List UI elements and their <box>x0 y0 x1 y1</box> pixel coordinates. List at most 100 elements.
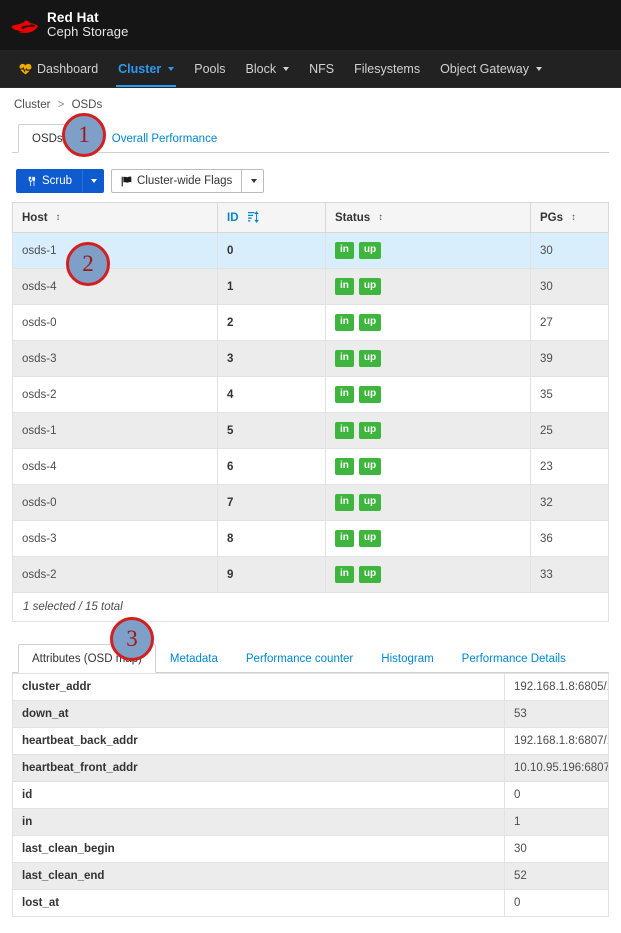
attribute-key: lost_at <box>12 889 505 917</box>
tab-histogram[interactable]: Histogram <box>367 644 447 673</box>
osd-table-footer: 1 selected / 15 total <box>12 593 609 622</box>
status-badge: in <box>335 278 354 295</box>
cell-pgs: 25 <box>530 412 609 449</box>
attribute-row: last_clean_begin 30 <box>12 835 609 863</box>
cluster-flags-button-group: Cluster-wide Flags <box>111 169 265 193</box>
cell-pgs: 27 <box>530 304 609 341</box>
attribute-value: 0 <box>504 889 609 917</box>
attribute-value: 53 <box>504 700 609 728</box>
sort-updown-icon: ↕ <box>571 211 576 223</box>
column-header-id[interactable]: ID <box>217 202 326 233</box>
table-row[interactable]: osds-3 8 in up 36 <box>12 520 609 557</box>
table-row[interactable]: osds-1 5 in up 25 <box>12 412 609 449</box>
nav-label-pools: Pools <box>194 61 226 76</box>
cell-host: osds-4 <box>12 448 218 485</box>
scrub-icon <box>28 176 36 186</box>
cell-status: in up <box>325 304 531 341</box>
cell-host: osds-0 <box>12 304 218 341</box>
status-badge: up <box>358 494 382 511</box>
scrub-button-group: Scrub <box>16 169 105 193</box>
scrub-button[interactable]: Scrub <box>16 169 83 193</box>
attribute-row: down_at 53 <box>12 700 609 728</box>
cell-id: 3 <box>217 340 326 377</box>
cell-status: in up <box>325 448 531 485</box>
attribute-row: lost_at 0 <box>12 889 609 917</box>
table-row[interactable]: osds-0 2 in up 27 <box>12 304 609 341</box>
brand-bar: Red Hat Ceph Storage <box>0 0 621 50</box>
column-header-status[interactable]: Status ↕ <box>325 202 531 233</box>
annotation-marker-3: 3 <box>110 617 154 661</box>
status-badge: in <box>335 314 354 331</box>
nav-item-pools[interactable]: Pools <box>184 50 235 87</box>
tab-overall-performance[interactable]: Overall Performance <box>98 124 231 153</box>
status-badge: up <box>358 242 382 259</box>
cell-pgs: 32 <box>530 484 609 521</box>
status-badge: up <box>358 422 382 439</box>
nav-item-object-gateway[interactable]: Object Gateway <box>430 50 552 87</box>
nav-label-object-gateway: Object Gateway <box>440 61 530 76</box>
flag-icon <box>121 176 132 186</box>
nav-item-cluster[interactable]: Cluster <box>108 50 184 87</box>
breadcrumb: Cluster > OSDs <box>12 97 609 123</box>
main-navigation: Dashboard Cluster Pools Block NFS Filesy… <box>0 50 621 88</box>
osd-toolbar: Scrub Cluster-wide Flags <box>12 153 609 202</box>
column-label-host: Host <box>22 211 48 224</box>
attribute-key: down_at <box>12 700 505 728</box>
tab-metadata[interactable]: Metadata <box>156 644 232 673</box>
nav-item-dashboard[interactable]: Dashboard <box>9 50 108 87</box>
attribute-key: heartbeat_front_addr <box>12 754 505 782</box>
cluster-flags-dropdown-toggle[interactable] <box>242 169 265 193</box>
brand-line-1: Red Hat <box>47 10 99 26</box>
tab-performance-details[interactable]: Performance Details <box>448 644 580 673</box>
table-row[interactable]: osds-0 7 in up 32 <box>12 484 609 521</box>
tab-performance-counter[interactable]: Performance counter <box>232 644 367 673</box>
status-badge: up <box>358 530 382 547</box>
nav-item-nfs[interactable]: NFS <box>299 50 344 87</box>
cell-id: 1 <box>217 268 326 305</box>
cluster-wide-flags-button[interactable]: Cluster-wide Flags <box>111 169 243 193</box>
attribute-key: last_clean_begin <box>12 835 505 863</box>
scrub-button-label: Scrub <box>42 175 73 187</box>
cell-status: in up <box>325 520 531 557</box>
breadcrumb-cluster[interactable]: Cluster <box>14 99 50 111</box>
column-header-host[interactable]: Host ↕ <box>12 202 218 233</box>
status-badge: in <box>335 242 354 259</box>
cell-host: osds-1 <box>12 232 218 269</box>
cell-id: 0 <box>217 232 326 269</box>
sort-updown-icon: ↕ <box>55 211 61 223</box>
cell-host: osds-1 <box>12 412 218 449</box>
attribute-row: in 1 <box>12 808 609 836</box>
status-badge: in <box>335 566 354 583</box>
table-row[interactable]: osds-2 4 in up 35 <box>12 376 609 413</box>
nav-label-nfs: NFS <box>309 61 335 76</box>
page-content: Cluster > OSDs OSDs List Overall Perform… <box>0 88 621 917</box>
attribute-row: heartbeat_front_addr10.10.95.196:6807/11… <box>12 754 609 782</box>
redhat-logo[interactable]: Red Hat Ceph Storage <box>10 10 128 40</box>
nav-item-block[interactable]: Block <box>236 50 300 87</box>
attribute-key: cluster_addr <box>12 673 505 701</box>
column-label-pgs: PGs <box>540 211 564 224</box>
cell-pgs: 33 <box>530 556 609 593</box>
cell-id: 5 <box>217 412 326 449</box>
osd-table-header-row: Host ↕ ID Status ↕ PGs ↕ <box>12 202 609 233</box>
table-row[interactable]: osds-3 3 in up 39 <box>12 340 609 377</box>
osd-detail-tabs: Attributes (OSD map) Metadata Performanc… <box>12 643 609 673</box>
redhat-hat-icon <box>11 20 38 33</box>
cell-id: 7 <box>217 484 326 521</box>
annotation-marker-1: 1 <box>62 113 106 157</box>
scrub-dropdown-toggle[interactable] <box>82 169 105 193</box>
annotation-marker-2: 2 <box>66 242 110 286</box>
cell-status: in up <box>325 376 531 413</box>
nav-item-filesystems[interactable]: Filesystems <box>344 50 430 87</box>
page-root: Red Hat Ceph Storage Dashboard Cluster P… <box>0 0 621 933</box>
sort-ascending-icon <box>247 211 259 223</box>
table-row[interactable]: osds-4 6 in up 23 <box>12 448 609 485</box>
heartbeat-icon <box>19 63 32 74</box>
cell-status: in up <box>325 412 531 449</box>
attribute-row: cluster_addr192.168.1.8:6805/1150 <box>12 673 609 701</box>
table-row[interactable]: osds-2 9 in up 33 <box>12 556 609 593</box>
attribute-key: last_clean_end <box>12 862 505 890</box>
status-badge: up <box>358 566 382 583</box>
column-header-pgs[interactable]: PGs ↕ <box>530 202 609 233</box>
caret-down-icon <box>91 179 98 183</box>
